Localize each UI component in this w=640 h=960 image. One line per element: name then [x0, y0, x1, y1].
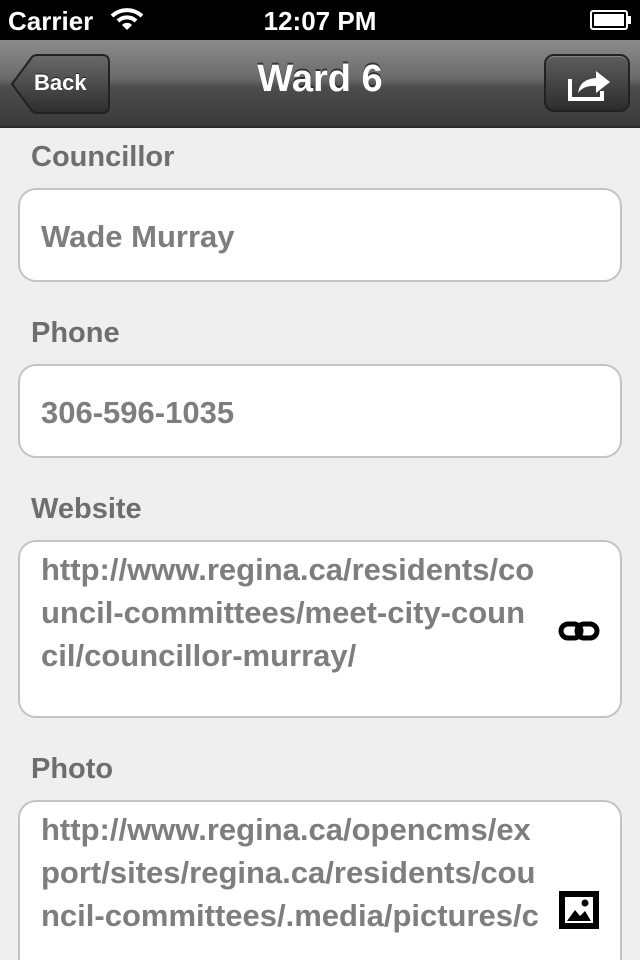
battery-icon — [590, 10, 631, 30]
councillor-value: Wade Murray — [41, 219, 235, 254]
phone-value: 306-596-1035 — [41, 395, 235, 430]
website-label: Website — [31, 493, 142, 525]
link-icon[interactable] — [558, 620, 600, 642]
website-value: http://www.regina.ca/residents/council-c… — [41, 552, 535, 673]
photo-field[interactable]: http://www.regina.ca/opencms/export/site… — [18, 800, 622, 960]
councillor-label: Councillor — [31, 141, 175, 173]
phone-label: Phone — [31, 317, 120, 349]
status-bar: Carrier 12:07 PM — [0, 0, 640, 40]
navigation-bar: Back Ward 6 — [0, 40, 640, 128]
status-time: 12:07 PM — [263, 6, 377, 36]
image-icon[interactable] — [558, 890, 600, 930]
photo-value: http://www.regina.ca/opencms/export/site… — [41, 812, 539, 933]
share-button[interactable] — [544, 54, 630, 112]
photo-label: Photo — [31, 753, 114, 785]
share-icon — [568, 71, 610, 101]
phone-field[interactable]: 306-596-1035 — [18, 364, 622, 458]
councillor-field[interactable]: Wade Murray — [18, 188, 622, 282]
website-field[interactable]: http://www.regina.ca/residents/council-c… — [18, 540, 622, 718]
